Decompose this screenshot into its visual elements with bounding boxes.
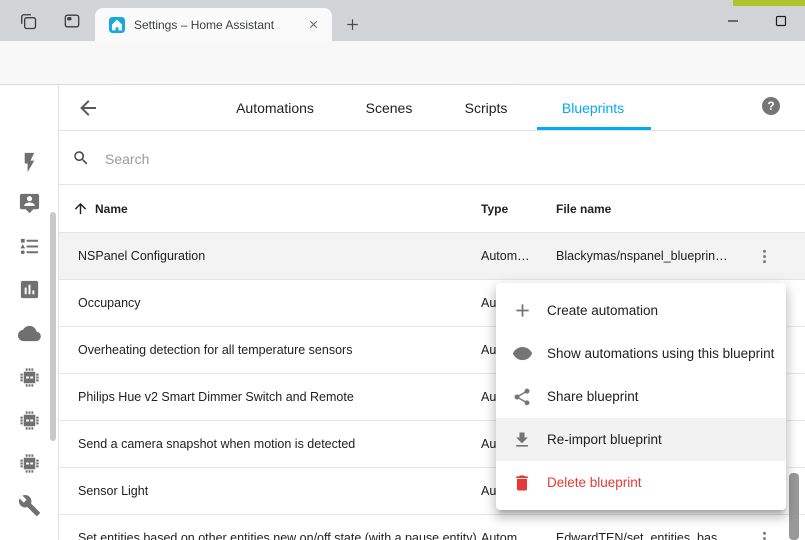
list-bulleted-icon[interactable] [18,235,41,258]
search-bar[interactable] [59,131,805,185]
column-name[interactable]: Name [95,202,128,216]
chip-icon[interactable] [18,409,41,432]
menu-item-label: Share blueprint [547,389,639,404]
row-menu-kebab-icon[interactable] [752,244,776,268]
share-icon [510,385,534,409]
column-type[interactable]: Type [481,202,508,216]
tab-close-icon[interactable] [304,16,322,34]
row-name: NSPanel Configuration [78,249,205,263]
tab-title: Settings – Home Assistant [134,18,304,32]
tab-automations[interactable]: Automations [236,100,314,116]
cloud-icon[interactable] [18,322,41,345]
table-header: Name Type File name [59,185,805,233]
tab-scenes[interactable]: Scenes [366,100,413,116]
menu-item-reimport-blueprint[interactable]: Re-import blueprint [496,418,786,461]
context-menu: Create automation Show automations using… [496,283,786,510]
table-row[interactable]: NSPanel Configuration Autom… Blackymas/n… [59,233,805,280]
row-name: Sensor Light [78,484,148,498]
row-type: Autom… [481,249,530,263]
trash-icon [510,471,534,495]
workspaces-icon[interactable] [16,9,40,33]
browser-tab[interactable]: Settings – Home Assistant [95,8,332,41]
search-input[interactable] [103,145,747,173]
menu-item-label: Re-import blueprint [547,432,662,447]
app-back-button[interactable] [76,96,100,120]
tab-actions-icon[interactable] [60,9,84,33]
search-icon [72,149,90,167]
browser-tab-strip: Settings – Home Assistant [0,0,805,41]
row-type: Autom… [481,531,530,540]
sidebar-scrollbar[interactable] [50,212,56,441]
menu-item-show-automations[interactable]: Show automations using this blueprint [496,332,786,375]
row-name: Occupancy [78,296,141,310]
sort-ascending-icon[interactable] [72,200,89,217]
help-icon[interactable]: ? [762,97,780,115]
download-icon [510,428,534,452]
row-menu-kebab-icon[interactable] [752,526,776,540]
menu-item-label: Delete blueprint [547,475,642,490]
table-row[interactable]: Set entities based on other entities new… [59,515,805,540]
browser-toolbar: Not secure homeassistant.local :8123/… A [0,41,805,85]
column-file[interactable]: File name [556,202,611,216]
menu-item-label: Create automation [547,303,658,318]
screen-edge-artifact [733,0,805,6]
menu-item-share-blueprint[interactable]: Share blueprint [496,375,786,418]
page-scrollbar[interactable] [789,473,799,540]
row-file: Blackymas/nspanel_blueprin… [556,249,728,263]
row-name: Philips Hue v2 Smart Dimmer Switch and R… [78,390,354,404]
row-name: Overheating detection for all temperatur… [78,343,352,357]
site-favicon [109,17,125,33]
browser-window: Settings – Home Assistant [0,0,805,540]
chip-icon[interactable] [18,366,41,389]
wrench-icon[interactable] [18,494,41,517]
eye-icon [510,342,534,366]
menu-item-label: Show automations using this blueprint [547,346,774,361]
active-tab-indicator [537,127,651,130]
new-tab-button[interactable] [340,12,364,36]
menu-item-delete-blueprint[interactable]: Delete blueprint [496,461,786,504]
row-name: Set entities based on other entities new… [78,531,477,540]
person-tooltip-icon[interactable] [18,192,41,215]
bar-chart-icon[interactable] [18,278,41,301]
app-header: Automations Scenes Scripts Blueprints [0,85,805,131]
maximize-button[interactable] [766,8,796,34]
row-name: Send a camera snapshot when motion is de… [78,437,355,451]
app-sidebar [0,85,59,540]
plus-icon [510,299,534,323]
tab-scripts[interactable]: Scripts [465,100,508,116]
lightning-bolt-icon[interactable] [18,151,41,174]
tab-blueprints[interactable]: Blueprints [562,100,624,116]
menu-item-create-automation[interactable]: Create automation [496,289,786,332]
chip-icon[interactable] [18,452,41,475]
row-file: EdwardTEN/set_entities_bas… [556,531,730,540]
minimize-button[interactable] [718,8,748,34]
